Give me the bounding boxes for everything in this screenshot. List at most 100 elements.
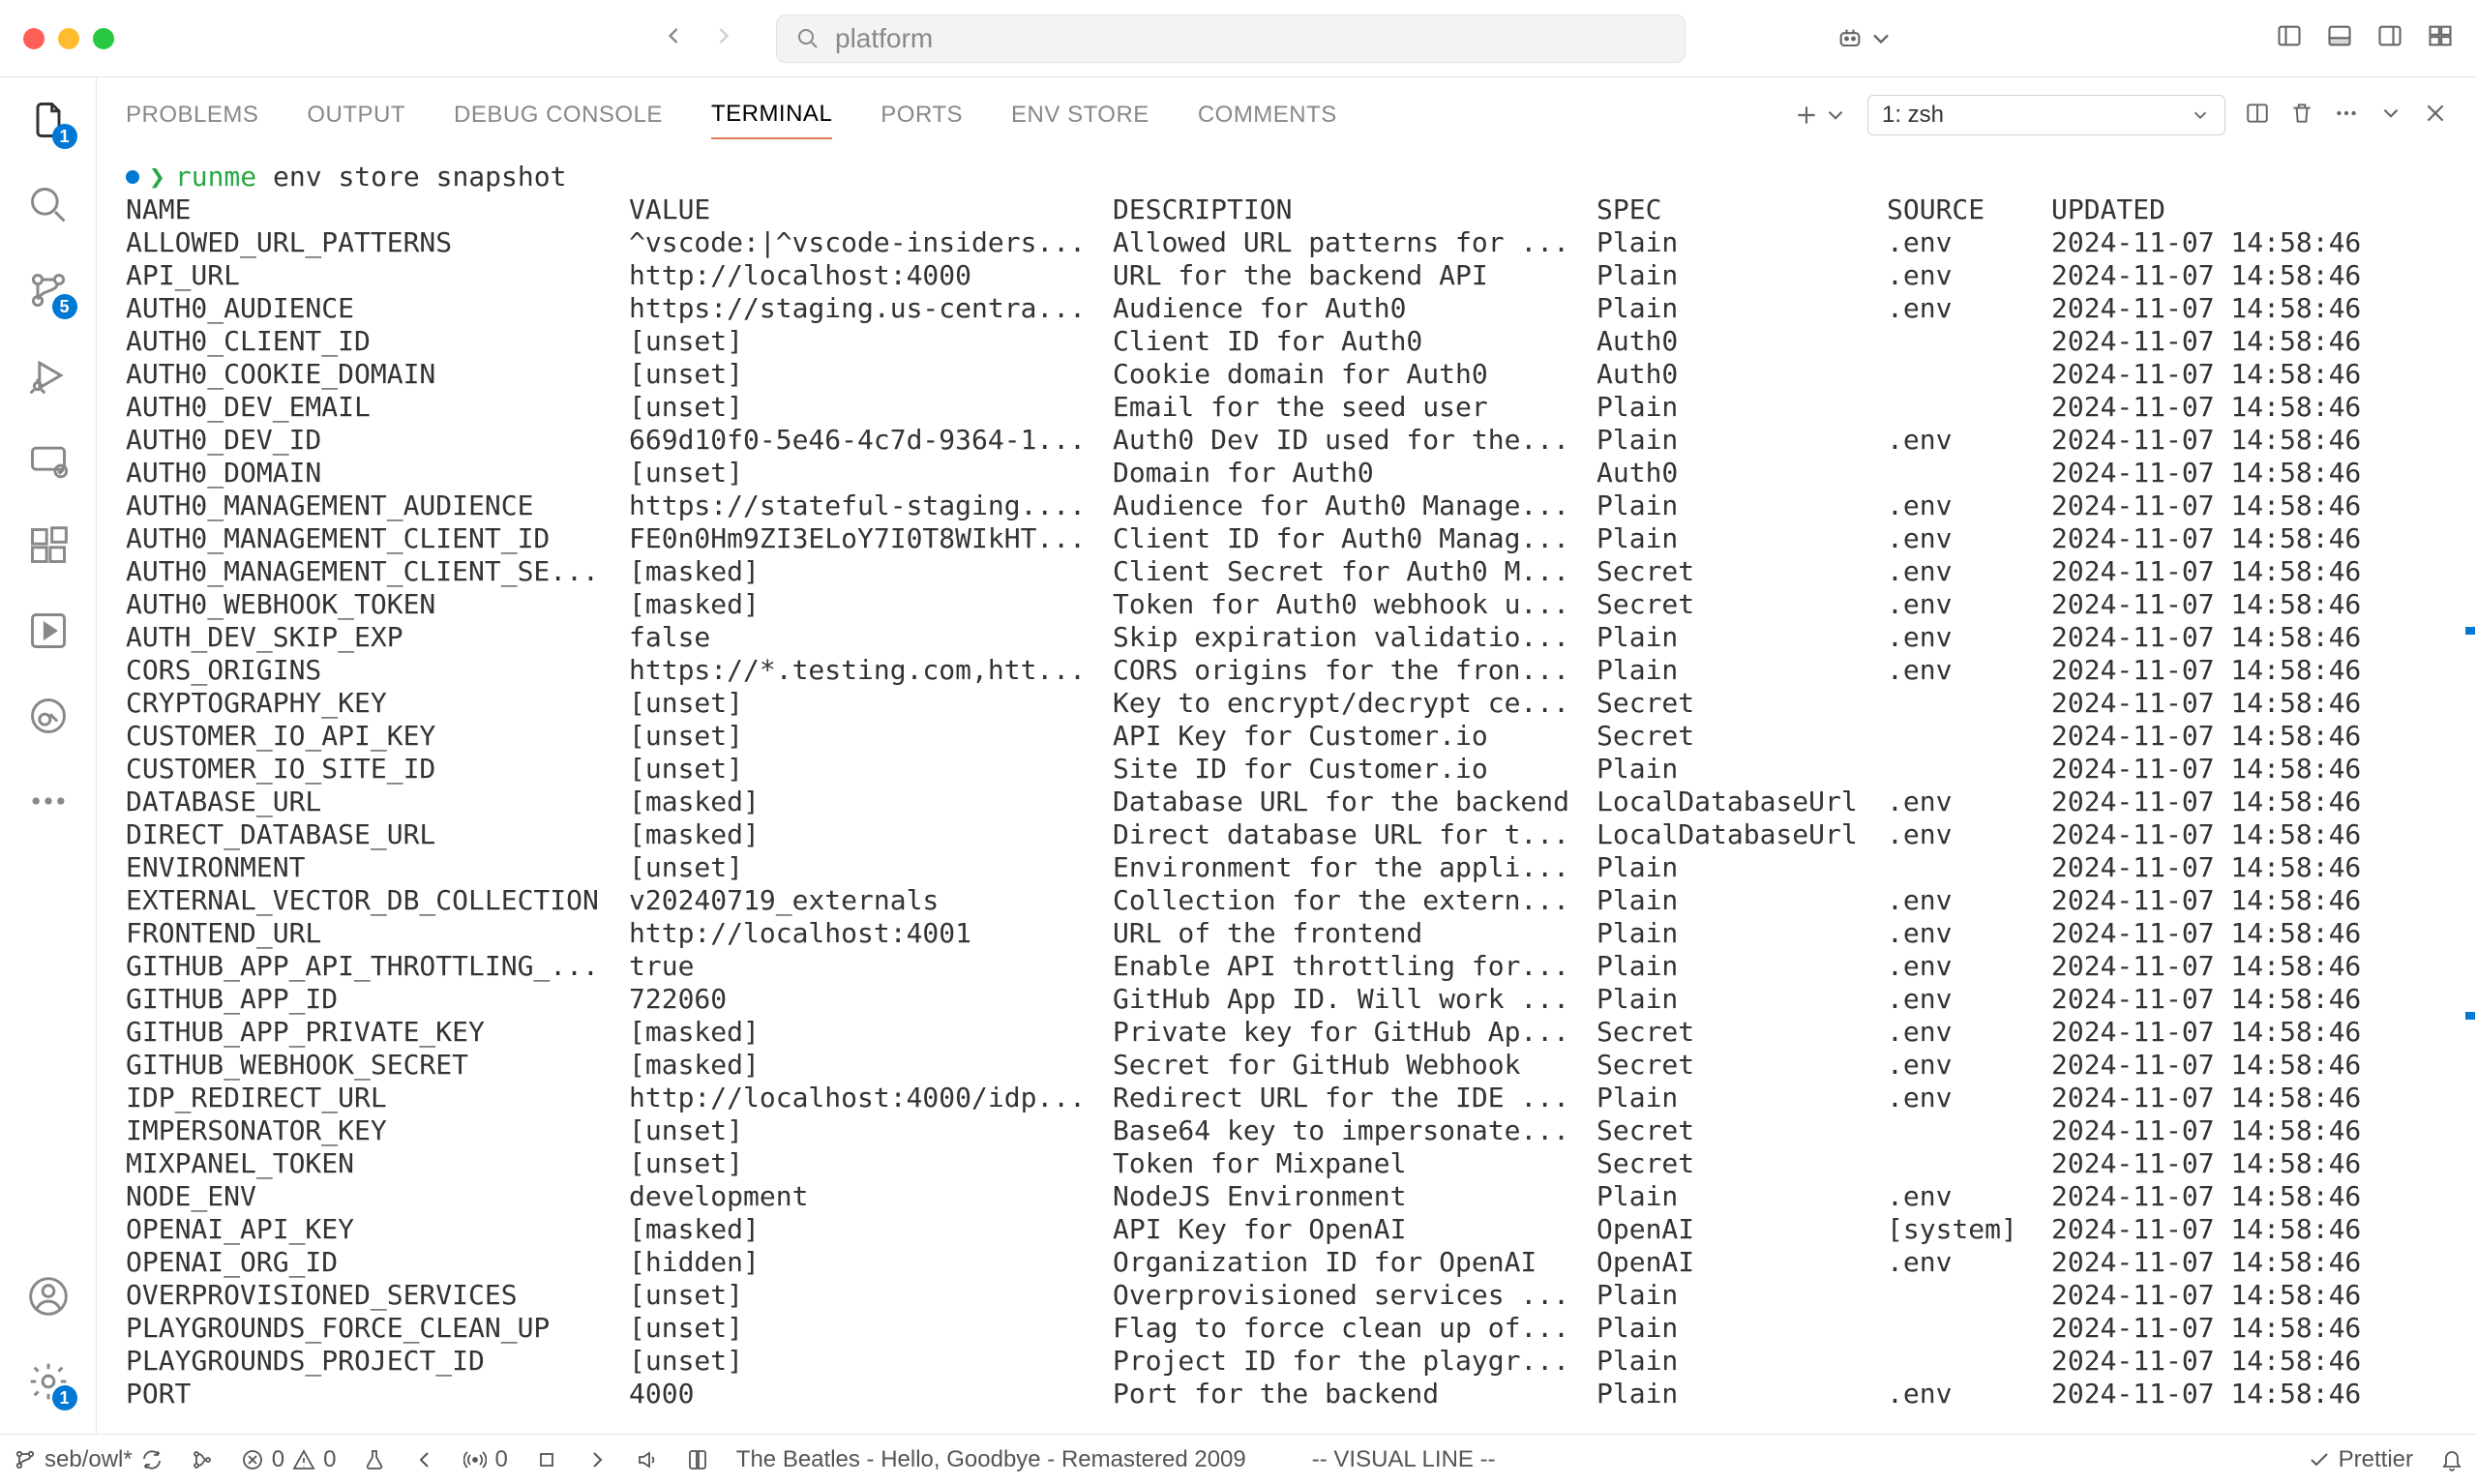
cell-spec: Secret — [1597, 720, 1887, 753]
cell-value: [unset] — [629, 1279, 1113, 1312]
cell-desc: Project ID for the playgr... — [1113, 1345, 1597, 1378]
cell-desc: API Key for OpenAI — [1113, 1213, 1597, 1246]
cell-name: AUTH0_DEV_ID — [126, 424, 629, 457]
status-notifications[interactable] — [2440, 1448, 2463, 1471]
cell-value: [unset] — [629, 325, 1113, 358]
table-row: GITHUB_APP_ID722060GitHub App ID. Will w… — [126, 983, 2467, 1016]
cell-desc: Cookie domain for Auth0 — [1113, 358, 1597, 391]
close-panel[interactable] — [2423, 101, 2448, 131]
tab-comments[interactable]: COMMENTS — [1198, 92, 1337, 138]
cell-value: https://staging.us-centra... — [629, 292, 1113, 325]
activity-accounts[interactable] — [25, 1273, 72, 1320]
panel-chevron[interactable] — [2378, 101, 2403, 131]
status-branch[interactable]: seb/owl* — [14, 1446, 164, 1473]
activity-settings[interactable]: 1 — [25, 1358, 72, 1405]
cell-desc: Enable API throttling for... — [1113, 950, 1597, 983]
check-icon — [2308, 1448, 2331, 1471]
command-center[interactable]: platform — [776, 15, 1686, 63]
cell-spec: Plain — [1597, 1279, 1887, 1312]
activity-explorer[interactable]: 1 — [25, 97, 72, 143]
cell-desc: Secret for GitHub Webhook — [1113, 1049, 1597, 1082]
status-prettier[interactable]: Prettier — [2308, 1446, 2413, 1473]
toggle-primary-sidebar[interactable] — [2276, 22, 2303, 54]
cell-spec: Auth0 — [1597, 457, 1887, 490]
new-terminal[interactable] — [1794, 103, 1848, 128]
cell-value: [masked] — [629, 1016, 1113, 1049]
terminal-more[interactable] — [2334, 101, 2359, 131]
tab-terminal[interactable]: TERMINAL — [711, 91, 832, 139]
table-row: ENVIRONMENT[unset]Environment for the ap… — [126, 851, 2467, 884]
status-book[interactable] — [686, 1448, 709, 1471]
activity-run-debug[interactable] — [25, 352, 72, 399]
cell-value: [unset] — [629, 720, 1113, 753]
ellipsis-icon — [2334, 101, 2359, 126]
status-problems[interactable]: 0 0 — [241, 1446, 337, 1473]
cell-source — [1887, 720, 2051, 753]
nav-forward[interactable] — [710, 22, 737, 54]
cell-source: .env — [1887, 786, 2051, 818]
cell-desc: Private key for GitHub Ap... — [1113, 1016, 1597, 1049]
minimize-window[interactable] — [58, 28, 79, 49]
table-row: GITHUB_APP_PRIVATE_KEY[masked]Private ke… — [126, 1016, 2467, 1049]
nav-back[interactable] — [660, 22, 687, 54]
status-beaker[interactable] — [363, 1448, 386, 1471]
cell-value: 722060 — [629, 983, 1113, 1016]
activity-lens[interactable] — [25, 693, 72, 739]
cell-source: .env — [1887, 1180, 2051, 1213]
cell-spec: Plain — [1597, 424, 1887, 457]
cell-value: [masked] — [629, 786, 1113, 818]
split-terminal[interactable] — [2245, 101, 2270, 131]
close-window[interactable] — [23, 28, 45, 49]
cell-spec: Secret — [1597, 687, 1887, 720]
kill-terminal[interactable] — [2289, 101, 2314, 131]
status-radio[interactable]: 0 — [463, 1446, 507, 1473]
scroll-marker — [2465, 627, 2475, 635]
cell-desc: Collection for the extern... — [1113, 884, 1597, 917]
cell-spec: Secret — [1597, 588, 1887, 621]
status-prev[interactable] — [413, 1448, 436, 1471]
cell-value: false — [629, 621, 1113, 654]
table-header: NAME VALUE DESCRIPTION SPEC SOURCE UPDAT… — [126, 193, 2467, 226]
speaker-icon — [636, 1448, 659, 1471]
tab-output[interactable]: OUTPUT — [307, 92, 405, 138]
activity-scm[interactable]: 5 — [25, 267, 72, 313]
cell-spec: Plain — [1597, 917, 1887, 950]
status-now-playing[interactable]: The Beatles - Hello, Goodbye - Remastere… — [736, 1446, 1246, 1473]
cell-desc: Client ID for Auth0 Manag... — [1113, 522, 1597, 555]
toggle-secondary-sidebar[interactable] — [2376, 22, 2403, 54]
copilot-menu[interactable] — [1836, 25, 1895, 52]
ellipsis-icon — [27, 780, 70, 822]
status-next[interactable] — [585, 1448, 609, 1471]
activity-remote[interactable] — [25, 437, 72, 484]
customize-layout[interactable] — [2427, 22, 2454, 54]
table-row: MIXPANEL_TOKEN[unset]Token for MixpanelS… — [126, 1147, 2467, 1180]
tab-ports[interactable]: PORTS — [880, 92, 963, 138]
table-row: CRYPTOGRAPHY_KEY[unset]Key to encrypt/de… — [126, 687, 2467, 720]
activity-more[interactable] — [25, 778, 72, 824]
tab-problems[interactable]: PROBLEMS — [126, 92, 258, 138]
vim-mode-text: -- VISUAL LINE -- — [1312, 1446, 1496, 1473]
tab-debug-console[interactable]: DEBUG CONSOLE — [454, 92, 663, 138]
cell-name: AUTH0_DEV_EMAIL — [126, 391, 629, 424]
cell-name: AUTH0_CLIENT_ID — [126, 325, 629, 358]
status-stop[interactable] — [535, 1448, 558, 1471]
activity-run[interactable] — [25, 608, 72, 654]
maximize-window[interactable] — [93, 28, 114, 49]
table-row: AUTH0_DEV_ID669d10f0-5e46-4c7d-9364-1...… — [126, 424, 2467, 457]
status-mute[interactable] — [636, 1448, 659, 1471]
activity-search[interactable] — [25, 182, 72, 228]
cell-desc: Email for the seed user — [1113, 391, 1597, 424]
status-graph[interactable] — [191, 1448, 214, 1471]
close-icon — [2423, 101, 2448, 126]
cell-value: http://localhost:4000 — [629, 259, 1113, 292]
cell-spec: Plain — [1597, 1082, 1887, 1114]
terminal-selector[interactable]: 1: zsh — [1867, 95, 2225, 135]
cell-source — [1887, 1114, 2051, 1147]
cell-updated: 2024-11-07 14:58:46 — [2051, 259, 2371, 292]
terminal[interactable]: ❯ runme env store snapshot NAME VALUE DE… — [97, 153, 2477, 1434]
activity-extensions[interactable] — [25, 522, 72, 569]
cell-desc: Database URL for the backend — [1113, 786, 1597, 818]
tab-env-store[interactable]: ENV STORE — [1011, 92, 1149, 138]
cell-name: IMPERSONATOR_KEY — [126, 1114, 629, 1147]
toggle-panel[interactable] — [2326, 22, 2353, 54]
